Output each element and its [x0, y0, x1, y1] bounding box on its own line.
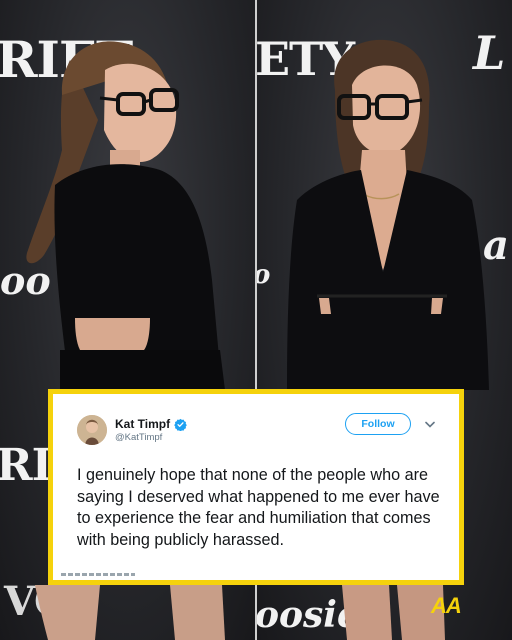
display-name-row: Kat Timpf	[115, 417, 187, 431]
chevron-down-icon[interactable]	[425, 421, 435, 429]
tweet-author: Kat Timpf @KatTimpf	[115, 417, 187, 443]
tweet-footer-decoration	[61, 573, 135, 576]
avatar[interactable]	[77, 415, 107, 445]
watermark-logo: AA	[431, 593, 462, 618]
avatar-photo-icon	[77, 415, 107, 445]
handle[interactable]: @KatTimpf	[115, 432, 187, 443]
verified-badge-icon	[174, 418, 187, 431]
display-name[interactable]: Kat Timpf	[115, 417, 170, 431]
follow-button[interactable]: Follow	[345, 413, 411, 435]
tweet-text: I genuinely hope that none of the people…	[77, 466, 440, 549]
tweet-card: Kat Timpf @KatTimpf Follow I genuinely h…	[53, 394, 459, 580]
tweet-frame: Kat Timpf @KatTimpf Follow I genuinely h…	[48, 389, 464, 585]
